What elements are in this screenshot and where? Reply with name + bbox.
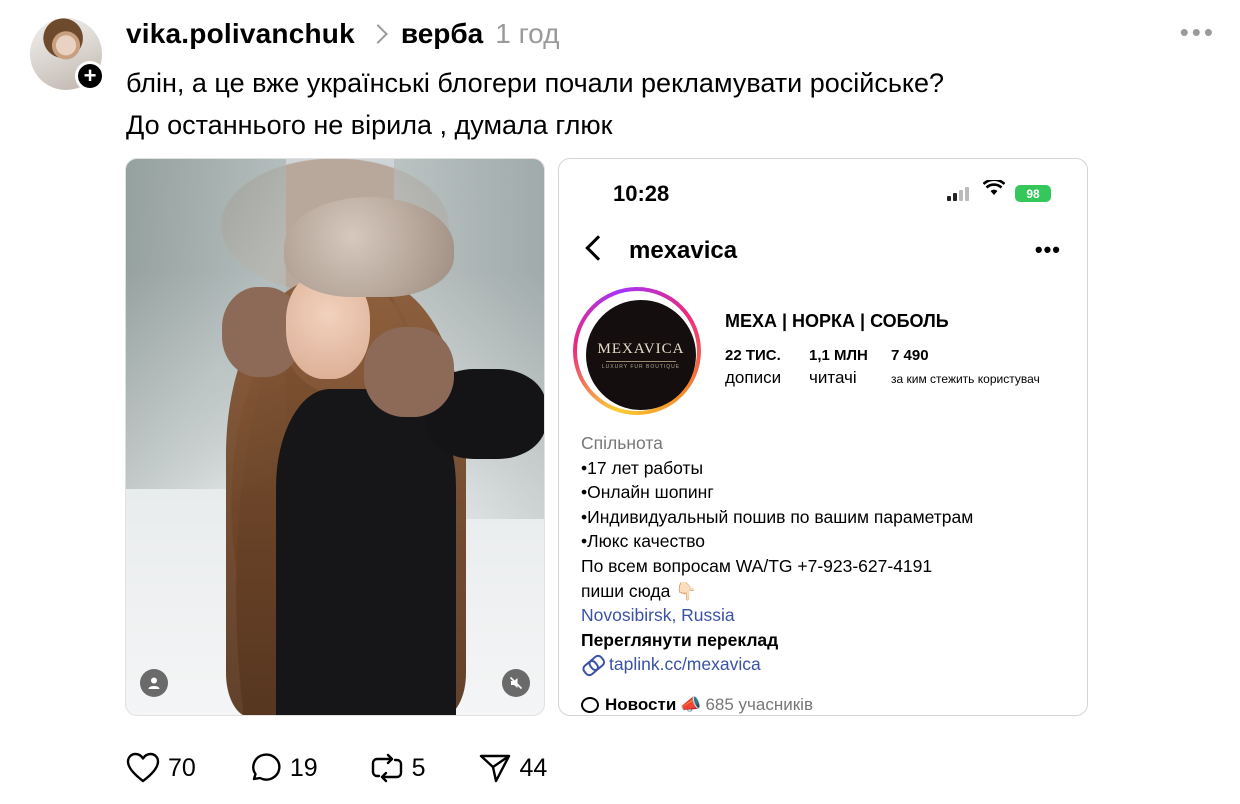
megaphone-icon: 📣 [680, 695, 702, 714]
logo-subtext: LUXURY FUR BOUTIQUE [601, 363, 681, 370]
stat-label: читачі [809, 368, 857, 387]
author-username[interactable]: vika.polivanchuk [126, 18, 355, 50]
reply-button[interactable]: 19 [248, 752, 318, 784]
photo-fur-hat [284, 197, 454, 297]
photo-jacket [276, 389, 456, 715]
profile-screenshot[interactable]: 10:28 98 mexavica ••• MEXAVICA LUXURY FU… [558, 158, 1088, 716]
bio-line: •Онлайн шопинг [581, 482, 714, 503]
story-ring[interactable]: MEXAVICA LUXURY FUR BOUTIQUE [573, 287, 701, 415]
profile-handle: mexavica [629, 237, 738, 264]
post-photo[interactable] [125, 158, 545, 716]
send-icon [479, 754, 510, 783]
logo-divider [606, 360, 676, 362]
profile-bio: Спільнота •17 лет работы •Онлайн шопинг … [581, 431, 1081, 677]
bio-line: •Люкс качество [581, 531, 706, 552]
tagged-user-icon[interactable] [140, 669, 168, 697]
stat-label: за ким стежить користувач [891, 372, 1040, 386]
link-icon [579, 652, 605, 677]
post-text-line: блін, а це вже українські блогери почали… [126, 68, 945, 98]
community-name: Новости [605, 695, 677, 714]
share-button[interactable]: 44 [478, 752, 548, 784]
bio-location-link[interactable]: Novosibirsk, Russia [581, 603, 1081, 628]
stat-number: 22 ТИС. [725, 347, 781, 364]
stat-followers[interactable]: 1,1 МЛН читачі [809, 347, 868, 388]
more-options-icon[interactable]: ••• [1180, 19, 1216, 45]
post-text: блін, а це вже українські блогери почали… [126, 62, 1216, 146]
post-text-line: До останнього не вірила , думала глюк [126, 110, 613, 140]
mute-icon[interactable] [502, 669, 530, 697]
post-header: vika.polivanchuk верба 1 год [126, 14, 559, 54]
status-time: 10:28 [613, 181, 670, 206]
bio-url-text: taplink.cc/mexavica [609, 654, 761, 675]
battery-icon: 98 [1015, 185, 1051, 202]
stat-number: 7 490 [891, 347, 929, 364]
follow-plus-icon[interactable]: + [75, 61, 105, 91]
like-button[interactable]: 70 [126, 752, 196, 784]
bio-url-link[interactable]: taplink.cc/mexavica [581, 652, 1081, 677]
post-actions: 70 19 5 44 [126, 748, 599, 788]
bio-line: •Индивидуальный пошив по вашим параметра… [581, 506, 974, 527]
stat-number: 1,1 МЛН [809, 347, 868, 364]
topic-tag[interactable]: верба [401, 18, 483, 50]
see-translation-link[interactable]: Переглянути переклад [581, 628, 1081, 653]
battery-level: 98 [1026, 186, 1040, 201]
logo-text: MEXAVICA [597, 340, 685, 357]
share-count: 44 [519, 753, 548, 782]
back-arrow-icon[interactable] [585, 235, 611, 261]
bio-line: пиши сюда 👇🏻 [581, 580, 698, 601]
repost-count: 5 [411, 753, 426, 782]
heart-icon [126, 752, 160, 783]
profile-name: МЕХА | НОРКА | СОБОЛЬ [725, 311, 949, 331]
reply-count: 19 [289, 753, 318, 782]
chat-bubble-icon [581, 697, 599, 713]
bio-line: •17 лет работы [581, 457, 704, 478]
stat-posts[interactable]: 22 ТИС. дописи [725, 347, 781, 388]
repost-icon [371, 753, 402, 783]
community-row[interactable]: Новости 📣 685 учасників [581, 695, 813, 715]
story-ring-inner: MEXAVICA LUXURY FUR BOUTIQUE [577, 291, 697, 411]
profile-logo: MEXAVICA LUXURY FUR BOUTIQUE [586, 300, 696, 410]
profile-more-icon[interactable]: ••• [1035, 237, 1061, 263]
community-members: 685 учасників [705, 695, 813, 714]
comment-icon [251, 753, 281, 781]
signal-icon [947, 187, 969, 201]
stat-label: дописи [725, 368, 782, 387]
stat-following[interactable]: 7 490 за ким стежить користувач [891, 347, 1040, 386]
bio-category: Спільнота [581, 433, 663, 453]
chevron-right-icon [367, 24, 388, 44]
post-time: 1 год [495, 18, 560, 49]
photo-fur-mitten [364, 327, 454, 417]
repost-button[interactable]: 5 [370, 752, 426, 784]
bio-line: По всем вопросам WA/TG +7-923-627-4191 [581, 555, 933, 576]
wifi-icon [982, 178, 1006, 202]
like-count: 70 [168, 753, 196, 782]
